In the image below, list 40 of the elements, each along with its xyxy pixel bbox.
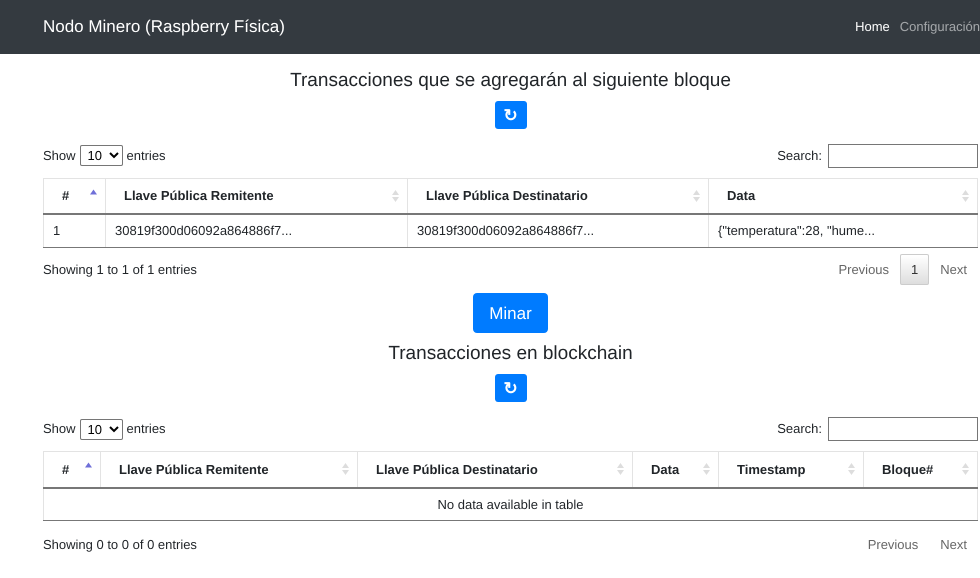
column-header[interactable]: # bbox=[44, 178, 106, 214]
entries-label: entries bbox=[126, 420, 166, 438]
column-header[interactable]: Data bbox=[708, 178, 978, 214]
entries-select[interactable]: 10 bbox=[80, 418, 123, 440]
column-header[interactable]: Llave Pública Destinatario bbox=[358, 452, 632, 488]
column-header[interactable]: Llave Pública Destinatario bbox=[408, 178, 708, 214]
section-title: Transacciones en blockchain bbox=[388, 343, 633, 366]
navbar-brand[interactable]: Nodo Minero (Raspberry Física) bbox=[43, 14, 285, 40]
table-cell: 30819f300d06092a864886f7... bbox=[106, 214, 408, 248]
column-header[interactable]: Llave Pública Remitente bbox=[100, 452, 358, 488]
search-label: Search: bbox=[777, 420, 822, 438]
show-label: Show bbox=[43, 420, 76, 438]
table-cell: {"temperatura":28, "hume... bbox=[708, 214, 978, 248]
column-header[interactable]: # bbox=[44, 452, 100, 488]
refresh-button[interactable]: ↻ bbox=[494, 100, 526, 129]
search-field[interactable] bbox=[828, 417, 978, 442]
empty-message: No data available in table bbox=[44, 488, 978, 521]
page-button[interactable]: 1 bbox=[900, 254, 930, 286]
table-cell: 30819f300d06092a864886f7... bbox=[408, 214, 708, 248]
search-label: Search: bbox=[777, 147, 822, 166]
nav-link[interactable]: Home bbox=[855, 17, 890, 37]
entries-label: entries bbox=[126, 147, 166, 166]
pagination-link[interactable]: Next bbox=[929, 529, 978, 561]
nav-link[interactable]: Configuración bbox=[900, 17, 980, 37]
search-field[interactable] bbox=[828, 144, 978, 168]
column-header[interactable]: Data bbox=[632, 452, 718, 488]
pagination-link[interactable]: Previous bbox=[856, 529, 930, 561]
pagination-link[interactable]: Next bbox=[929, 254, 978, 286]
refresh-button[interactable]: ↻ bbox=[494, 374, 526, 402]
section-title: Transacciones que se agregarán al siguiente bloque bbox=[290, 70, 731, 93]
column-header[interactable]: Bloque# bbox=[864, 452, 978, 488]
table-info: Showing 0 to 0 of 0 entries bbox=[43, 536, 197, 554]
entries-select[interactable]: 10 bbox=[80, 145, 123, 166]
column-header[interactable]: Llave Pública Remitente bbox=[106, 178, 408, 214]
table-info: Showing 1 to 1 of 1 entries bbox=[43, 260, 197, 279]
mine-button[interactable]: Minar bbox=[473, 293, 548, 334]
column-header[interactable]: Timestamp bbox=[718, 452, 864, 488]
show-label: Show bbox=[43, 147, 76, 166]
table-cell: 1 bbox=[44, 214, 106, 248]
pagination-link[interactable]: Previous bbox=[827, 254, 900, 286]
